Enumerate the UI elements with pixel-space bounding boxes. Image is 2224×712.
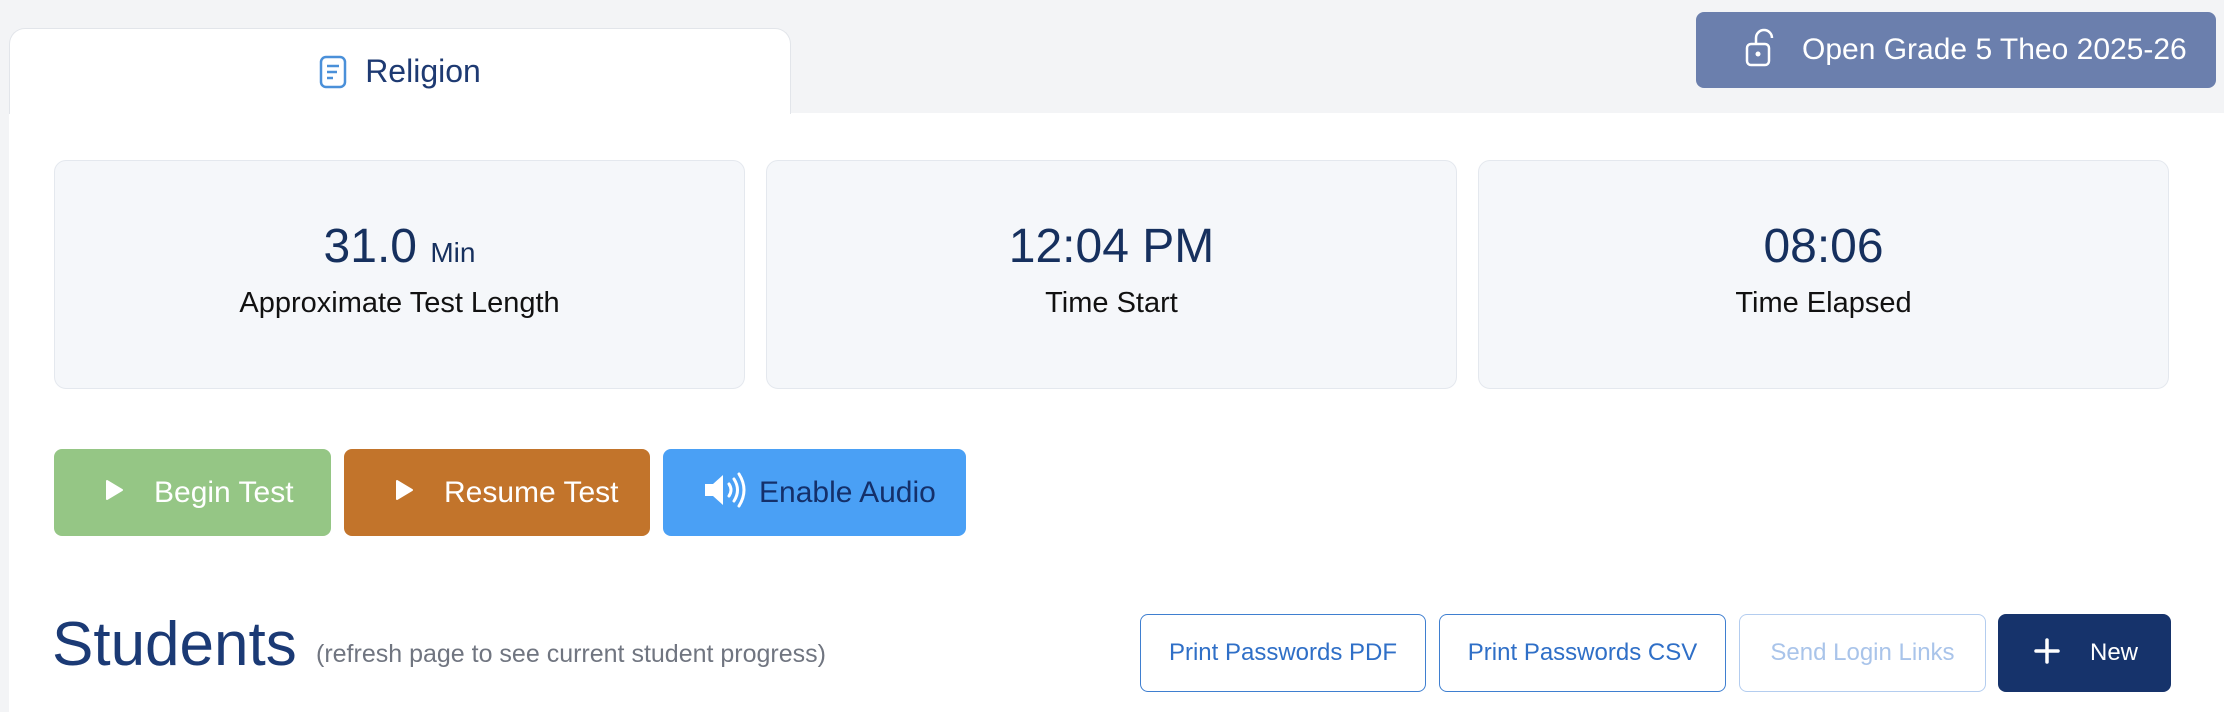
stat-label: Time Start xyxy=(1045,287,1178,319)
tab-label: Religion xyxy=(365,53,481,89)
send-login-links-button[interactable]: Send Login Links xyxy=(1739,614,1986,692)
stat-card-test-length: 31.0 Min Approximate Test Length xyxy=(54,160,745,389)
begin-test-button[interactable]: Begin Test xyxy=(54,449,331,536)
open-assessment-label: Open Grade 5 Theo 2025-26 xyxy=(1802,33,2187,66)
unlock-icon xyxy=(1744,28,1778,73)
print-passwords-pdf-button[interactable]: Print Passwords PDF xyxy=(1140,614,1426,692)
open-assessment-button[interactable]: Open Grade 5 Theo 2025-26 xyxy=(1696,12,2216,88)
resume-test-label: Resume Test xyxy=(444,475,619,509)
begin-test-label: Begin Test xyxy=(154,475,294,509)
stat-unit: Min xyxy=(430,237,476,268)
stat-value: 08:06 xyxy=(1763,220,1884,273)
print-passwords-csv-button[interactable]: Print Passwords CSV xyxy=(1439,614,1726,692)
stat-value-wrap: 12:04 PM xyxy=(767,219,1456,279)
play-icon xyxy=(104,479,124,506)
plus-icon xyxy=(2034,637,2060,669)
enable-audio-label: Enable Audio xyxy=(759,475,936,509)
stat-label: Time Elapsed xyxy=(1735,287,1912,319)
stat-label: Approximate Test Length xyxy=(239,287,560,319)
resume-test-button[interactable]: Resume Test xyxy=(344,449,650,536)
tab-religion[interactable]: Religion xyxy=(9,28,791,114)
speaker-icon xyxy=(703,472,747,513)
new-student-label: New xyxy=(2090,639,2139,666)
stat-card-time-start: 12:04 PM Time Start xyxy=(766,160,1457,389)
stat-value-wrap: 08:06 xyxy=(1479,219,2168,279)
enable-audio-button[interactable]: Enable Audio xyxy=(663,449,966,536)
stat-card-time-elapsed: 08:06 Time Elapsed xyxy=(1478,160,2169,389)
new-student-button[interactable]: New xyxy=(1998,614,2171,692)
students-refresh-note: (refresh page to see current student pro… xyxy=(316,640,826,668)
stat-value-wrap: 31.0 Min xyxy=(55,219,744,279)
play-icon xyxy=(394,479,414,506)
stat-value: 12:04 PM xyxy=(1008,220,1215,273)
stat-value: 31.0 xyxy=(323,220,417,273)
document-icon xyxy=(319,55,347,89)
students-heading: Students xyxy=(52,610,297,679)
